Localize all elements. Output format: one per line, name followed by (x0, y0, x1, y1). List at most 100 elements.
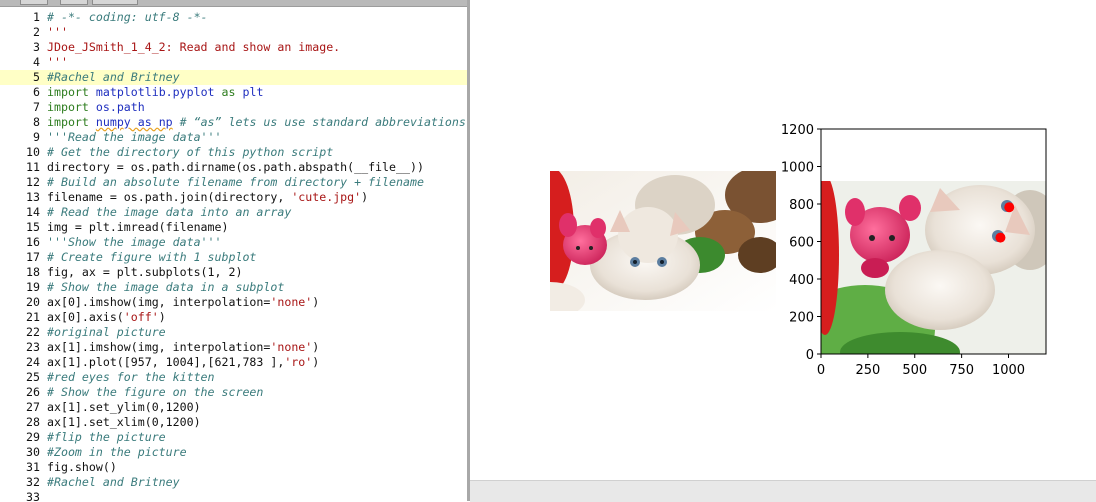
code-text: #Rachel and Britney (47, 475, 180, 490)
code-line[interactable]: 24 ax[1].plot([957, 1004],[621,783 ],'ro'… (0, 355, 467, 370)
code-text: '''Show the image data''' (47, 235, 222, 250)
code-token: as (221, 85, 236, 99)
code-line[interactable]: 26 # Show the figure on the screen (0, 385, 467, 400)
line-number: 15 (26, 220, 40, 234)
code-editor[interactable]: 1 # -*- coding: utf-8 -*- 2 ''' 3 JDoe_JSmith… (0, 0, 470, 501)
code-token: numpy as np (95, 115, 173, 129)
code-line[interactable]: 9 '''Read the image data''' (0, 130, 467, 145)
code-line[interactable]: 21 ax[0].axis('off') (0, 310, 467, 325)
code-token: ) (312, 295, 320, 309)
code-line[interactable]: 20 ax[0].imshow(img, interpolation='none'… (0, 295, 467, 310)
code-text: filename = os.path.join(directory, 'cute… (47, 190, 368, 205)
code-lines[interactable]: 1 # -*- coding: utf-8 -*- 2 ''' 3 JDoe_JSmith… (0, 10, 467, 501)
code-token: ) (361, 190, 369, 204)
line-number: 21 (26, 310, 40, 324)
code-text: # Show the image data in a subplot (47, 280, 284, 295)
code-line[interactable]: 23 ax[1].imshow(img, interpolation='none'… (0, 340, 467, 355)
x-tick-label: 0 (817, 363, 825, 378)
code-line[interactable]: 5 #Rachel and Britney (0, 70, 467, 85)
code-line[interactable]: 12 # Build an absolute filename from dire… (0, 175, 467, 190)
toolbar-tab[interactable] (92, 0, 138, 5)
flipped-kitten-image (821, 181, 1046, 354)
code-token: ''' (47, 25, 68, 39)
y-tick-label: 1000 (781, 161, 814, 176)
code-line[interactable]: 2 ''' (0, 25, 467, 40)
code-token: # Build an absolute filename from direct… (47, 175, 424, 189)
line-number: 24 (26, 355, 40, 369)
line-number: 13 (26, 190, 40, 204)
code-line[interactable]: 28 ax[1].set_xlim(0,1200) (0, 415, 467, 430)
x-tick-label: 750 (949, 363, 974, 378)
code-token: ) (312, 355, 320, 369)
code-line[interactable]: 7 import os.path (0, 100, 467, 115)
code-line[interactable]: 32 #Rachel and Britney (0, 475, 467, 490)
code-line[interactable]: 27 ax[1].set_ylim(0,1200) (0, 400, 467, 415)
code-line[interactable]: 16 '''Show the image data''' (0, 235, 467, 250)
code-line[interactable]: 33 (0, 490, 467, 501)
figure-canvas: 0 250 500 750 1000 0 200 400 600 800 1000 1200 (550, 123, 1047, 378)
code-token: filename = os.path.join(directory, (47, 190, 292, 204)
code-line[interactable]: 1 # -*- coding: utf-8 -*- (0, 10, 467, 25)
toolbar-tab[interactable] (20, 0, 48, 5)
code-line[interactable]: 11 directory = os.path.dirname(os.path.ab… (0, 160, 467, 175)
code-line[interactable]: 19 # Show the image data in a subplot (0, 280, 467, 295)
code-token: directory = os.path.dirname(os.path.absp… (47, 160, 424, 174)
code-line[interactable]: 14 # Read the image data into an array (0, 205, 467, 220)
code-token: import (47, 85, 89, 99)
code-token: ''' (47, 55, 68, 69)
code-line[interactable]: 3 JDoe_JSmith_1_4_2: Read and show an ima… (0, 40, 467, 55)
code-token: ax[0].axis( (47, 310, 124, 324)
code-text: import os.path (47, 100, 145, 115)
red-eye-point (1004, 202, 1015, 213)
matplotlib-figure: 0 250 500 750 1000 0 200 400 600 800 1000 1200 (470, 0, 1096, 480)
line-number: 20 (26, 295, 40, 309)
line-number: 22 (26, 325, 40, 339)
line-number: 18 (26, 265, 40, 279)
line-number: 17 (26, 250, 40, 264)
code-text: JDoe_JSmith_1_4_2: Read and show an imag… (47, 40, 340, 55)
code-text: #flip the picture (47, 430, 166, 445)
code-token: img = plt.imread(filename) (47, 220, 229, 234)
code-line[interactable]: 31 fig.show() (0, 460, 467, 475)
code-text: # Show the figure on the screen (47, 385, 263, 400)
line-number: 19 (26, 280, 40, 294)
code-token: 'none' (270, 295, 313, 309)
code-line[interactable]: 30 #Zoom in the picture (0, 445, 467, 460)
toolbar-tab[interactable] (60, 0, 88, 5)
y-tick-label: 800 (789, 198, 814, 213)
code-line[interactable]: 13 filename = os.path.join(directory, 'cu… (0, 190, 467, 205)
y-tick-label: 1200 (781, 123, 814, 138)
code-token: JDoe_JSmith_1_4_2: Read and show an imag… (47, 40, 341, 54)
code-line[interactable]: 29 #flip the picture (0, 430, 467, 445)
code-line[interactable]: 6 import matplotlib.pyplot as plt (0, 85, 467, 100)
code-line[interactable]: 22 #original picture (0, 325, 467, 340)
line-number: 30 (26, 445, 40, 459)
line-number: 6 (33, 85, 40, 99)
code-text: import numpy as np # “as” lets us use st… (47, 115, 466, 130)
code-line[interactable]: 25 #red eyes for the kitten (0, 370, 467, 385)
code-line[interactable]: 4 ''' (0, 55, 467, 70)
editor-toolbar (0, 0, 470, 7)
line-number: 11 (26, 160, 40, 174)
code-token: os.path (95, 100, 145, 114)
code-line[interactable]: 18 fig, ax = plt.subplots(1, 2) (0, 265, 467, 280)
code-text: ''' (47, 55, 68, 70)
code-text: # Get the directory of this python scrip… (47, 145, 333, 160)
code-token: 'cute.jpg' (291, 190, 362, 204)
line-number: 7 (33, 100, 40, 114)
code-text: '''Read the image data''' (47, 130, 222, 145)
y-tick-label: 400 (789, 273, 814, 288)
code-text: ''' (47, 25, 68, 40)
code-line[interactable]: 10 # Get the directory of this python scr… (0, 145, 467, 160)
code-line[interactable]: 17 # Create figure with 1 subplot (0, 250, 467, 265)
code-line[interactable]: 15 img = plt.imread(filename) (0, 220, 467, 235)
code-token: ax[0].imshow(img, interpolation= (47, 295, 271, 309)
code-token: # “as” lets us use standard abbreviation… (179, 115, 466, 129)
code-line[interactable]: 8 import numpy as np # “as” lets us use s… (0, 115, 467, 130)
code-token: #red eyes for the kitten (47, 370, 215, 384)
x-tick-label: 250 (855, 363, 880, 378)
code-text: ax[1].imshow(img, interpolation='none') (47, 340, 319, 355)
code-token: ax[1].imshow(img, interpolation= (47, 340, 271, 354)
